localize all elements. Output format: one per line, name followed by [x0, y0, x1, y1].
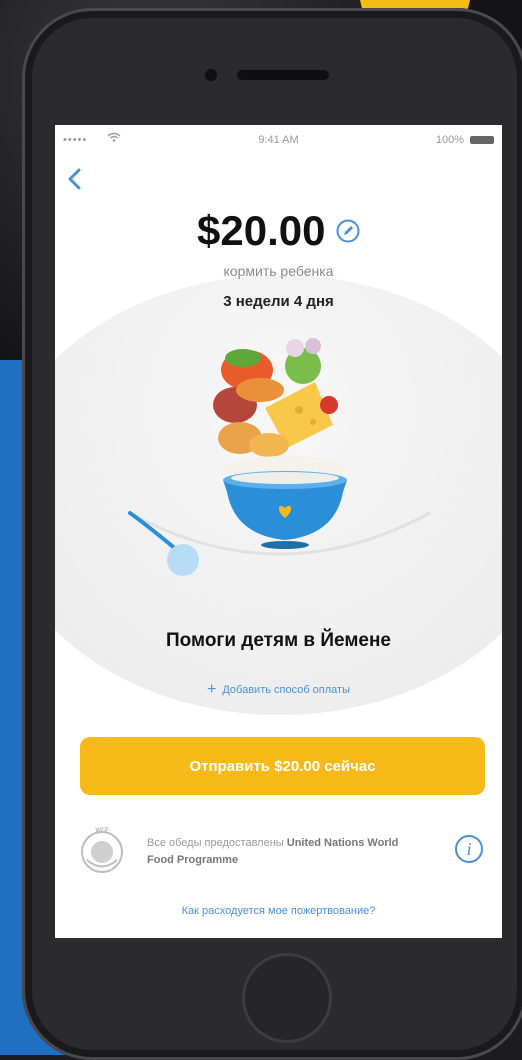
plus-icon: + — [207, 681, 217, 698]
provider-prefix: Все обеды предоставлены — [147, 837, 287, 849]
slider-knob — [167, 544, 199, 576]
amount-row: $20.00 — [55, 207, 502, 255]
battery-percent: 100% — [435, 134, 464, 146]
add-payment-method-link[interactable]: + Добавить способ оплаты — [55, 681, 502, 699]
back-chevron-icon[interactable] — [65, 167, 85, 191]
wfp-logo-text: WFP — [95, 828, 108, 834]
donation-duration: 3 недели 4 дня — [223, 293, 334, 310]
amount-slider[interactable] — [55, 455, 502, 595]
front-camera — [205, 69, 217, 81]
how-donation-used-link[interactable]: Как расходуется мое пожертвование? — [55, 905, 502, 917]
donation-purpose: кормить ребенка — [223, 263, 334, 279]
add-payment-label: Добавить способ оплаты — [222, 683, 350, 696]
info-icon[interactable]: i — [455, 835, 483, 863]
edit-pencil-icon[interactable] — [336, 219, 360, 243]
app-screen: ••••• 9:41 AM 100% $20.00 кормить ребенк… — [55, 125, 502, 938]
send-donation-button[interactable]: Отправить $20.00 сейчас — [80, 737, 485, 795]
status-bar: ••••• 9:41 AM 100% — [55, 125, 502, 149]
campaign-title: Помоги детям в Йемене — [166, 630, 391, 651]
provider-credit: Все обеды предоставлены United Nations W… — [147, 835, 427, 869]
earpiece-speaker — [237, 70, 329, 80]
donation-amount: $20.00 — [197, 207, 326, 254]
wfp-logo-icon: WFP — [81, 828, 123, 873]
battery-icon — [470, 136, 494, 144]
home-button[interactable] — [242, 953, 332, 1043]
